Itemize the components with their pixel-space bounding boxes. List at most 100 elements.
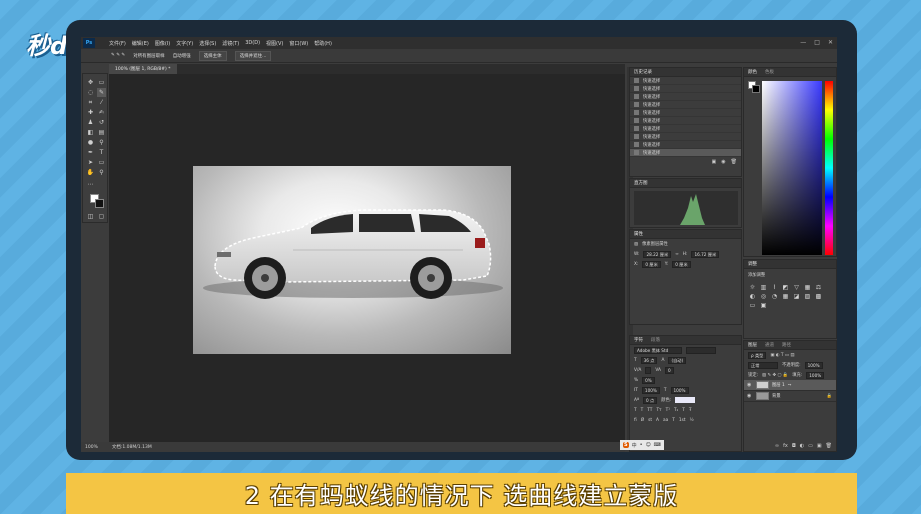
strikethrough-icon[interactable]: Ŧ <box>689 408 692 413</box>
adjustment-layer-icon[interactable]: ◐ <box>800 443 804 449</box>
menu-window[interactable]: 窗口(W) <box>289 40 308 47</box>
hue-slider[interactable] <box>825 81 833 255</box>
menu-file[interactable]: 文件(F) <box>109 40 126 47</box>
history-row[interactable]: 快速选择 <box>630 141 741 149</box>
channel-mixer-icon[interactable]: ◔ <box>770 293 779 300</box>
gradient-tool-icon[interactable]: ▤ <box>97 128 106 137</box>
minimize-icon[interactable]: — <box>800 39 806 46</box>
invert-icon[interactable]: ◪ <box>792 293 801 300</box>
menu-select[interactable]: 选择(S) <box>199 40 216 47</box>
link-icon[interactable]: ∞ <box>675 252 679 257</box>
swash-icon[interactable]: st <box>648 418 652 423</box>
type-tool-icon[interactable]: T <box>97 148 106 157</box>
fraction-icon[interactable]: 1st <box>679 418 686 423</box>
eye-icon[interactable]: ◉ <box>747 393 753 399</box>
screen-mode-icon[interactable]: ▢ <box>97 212 106 221</box>
select-subject-button[interactable]: 选择主体 <box>198 50 227 61</box>
layer-kind-select[interactable]: ρ 类型 <box>748 351 767 359</box>
ligature-icon[interactable]: fi <box>634 418 637 423</box>
history-row[interactable]: 快速选择 <box>630 133 741 141</box>
trash-icon[interactable]: 🗑 <box>731 159 737 165</box>
opacity-field[interactable]: 100% <box>804 361 823 369</box>
pen-tool-icon[interactable]: ✒ <box>86 148 95 157</box>
vibrance-icon[interactable]: ▽ <box>792 284 801 291</box>
tab-swatches[interactable]: 色板 <box>765 69 774 75</box>
tab-paths[interactable]: 路径 <box>782 342 791 348</box>
levels-icon[interactable]: ▥ <box>759 284 768 291</box>
ime-punct-toggle[interactable]: • <box>640 442 643 448</box>
path-select-icon[interactable]: ➤ <box>86 158 95 167</box>
history-row[interactable]: 快速选择 <box>630 117 741 125</box>
shape-tool-icon[interactable]: ▭ <box>97 158 106 167</box>
width-field[interactable]: 28.22 厘米 <box>643 250 672 258</box>
layer-row-selected[interactable]: ◉ 图层 1 ⤳ <box>744 380 836 391</box>
tab-character[interactable]: 字符 <box>634 337 643 343</box>
history-row[interactable]: 快速选择 <box>630 93 741 101</box>
quick-mask-icon[interactable]: ◫ <box>86 212 95 221</box>
color-balance-icon[interactable]: ⚖ <box>814 284 823 291</box>
link-layers-icon[interactable]: ∞ <box>775 443 779 449</box>
subscript-icon[interactable]: T₁ <box>674 408 678 413</box>
menu-image[interactable]: 图像(I) <box>155 40 170 47</box>
text-color-swatch[interactable] <box>675 397 696 403</box>
menu-filter[interactable]: 滤镜(T) <box>222 40 239 47</box>
posterize-icon[interactable]: ▨ <box>803 293 812 300</box>
history-row[interactable]: 快速选择 <box>630 101 741 109</box>
tab-properties[interactable]: 属性 <box>634 231 643 237</box>
add-mask-icon[interactable]: ◘ <box>792 443 796 449</box>
group-icon[interactable]: ▭ <box>808 443 813 449</box>
zoom-tool-icon[interactable]: ⚲ <box>97 168 106 177</box>
filter-icons[interactable]: ▣ ◐ T ▭ ▤ <box>770 353 794 358</box>
ime-chinese-toggle[interactable]: 中 <box>632 442 637 449</box>
menu-edit[interactable]: 编辑(E) <box>132 40 149 47</box>
faux-italic-icon[interactable]: T <box>641 408 644 413</box>
close-icon[interactable]: ✕ <box>828 39 833 46</box>
marquee-tool-icon[interactable]: ▭ <box>97 78 106 87</box>
menu-help[interactable]: 帮助(H) <box>314 40 332 47</box>
new-layer-icon[interactable]: ▣ <box>817 443 822 449</box>
tab-histogram[interactable]: 直方图 <box>634 180 648 186</box>
quick-select-brush-icon[interactable]: ✎ ✎ ✎ <box>111 53 125 58</box>
menu-view[interactable]: 视图(V) <box>266 40 283 47</box>
color-bg-swatch[interactable] <box>752 85 760 93</box>
background-color-swatch[interactable] <box>95 199 104 208</box>
small-caps-icon[interactable]: Tт <box>656 408 661 413</box>
history-row[interactable]: 快速选择 <box>630 77 741 85</box>
car-photo[interactable] <box>193 166 511 354</box>
crop-tool-icon[interactable]: ⌗ <box>86 98 95 107</box>
canvas-area[interactable] <box>109 74 625 442</box>
menu-3d[interactable]: 3D(D) <box>245 40 260 46</box>
sample-all-layers-checkbox[interactable]: 对所有图层取样 <box>133 53 165 59</box>
eyedropper-tool-icon[interactable]: ⁄ <box>97 98 106 107</box>
move-tool-icon[interactable]: ✥ <box>86 78 95 87</box>
tsume-field[interactable]: 0% <box>642 376 655 384</box>
x-field[interactable]: 0 厘米 <box>642 260 661 268</box>
tab-channels[interactable]: 通道 <box>765 342 774 348</box>
history-row[interactable]: 快速选择 <box>630 85 741 93</box>
healing-tool-icon[interactable]: ✚ <box>86 108 95 117</box>
ordinal-icon[interactable]: T <box>672 418 675 423</box>
font-size-field[interactable]: 36 点 <box>640 356 658 364</box>
more-tools-icon[interactable]: ⋯ <box>86 180 95 189</box>
ime-emoji-icon[interactable]: ☺ <box>646 442 651 448</box>
leading-field[interactable]: (自动) <box>668 356 687 364</box>
tracking-field[interactable]: 0 <box>664 366 674 374</box>
baseline-field[interactable]: 0 点 <box>642 396 658 404</box>
history-brush-icon[interactable]: ↺ <box>97 118 106 127</box>
horizontal-scale-field[interactable]: 100% <box>670 386 689 394</box>
tab-paragraph[interactable]: 段落 <box>651 337 660 343</box>
hue-saturation-icon[interactable]: ▦ <box>803 284 812 291</box>
threshold-icon[interactable]: ▩ <box>814 293 823 300</box>
new-document-icon[interactable]: ▣ <box>712 159 717 165</box>
tab-layers[interactable]: 图层 <box>748 342 757 348</box>
titling-icon[interactable]: aa <box>663 418 668 423</box>
color-lookup-icon[interactable]: ▦ <box>781 293 790 300</box>
quick-select-tool-icon[interactable]: ✎ <box>97 88 106 97</box>
tab-adjustments[interactable]: 调整 <box>748 261 757 267</box>
vertical-scale-field[interactable]: 100% <box>641 386 660 394</box>
color-picker-field[interactable] <box>762 81 822 255</box>
black-white-icon[interactable]: ◐ <box>748 293 757 300</box>
exposure-icon[interactable]: ◩ <box>781 284 790 291</box>
font-family-select[interactable]: Adobe 黑体 Std <box>634 346 682 354</box>
font-style-select[interactable] <box>686 346 716 354</box>
